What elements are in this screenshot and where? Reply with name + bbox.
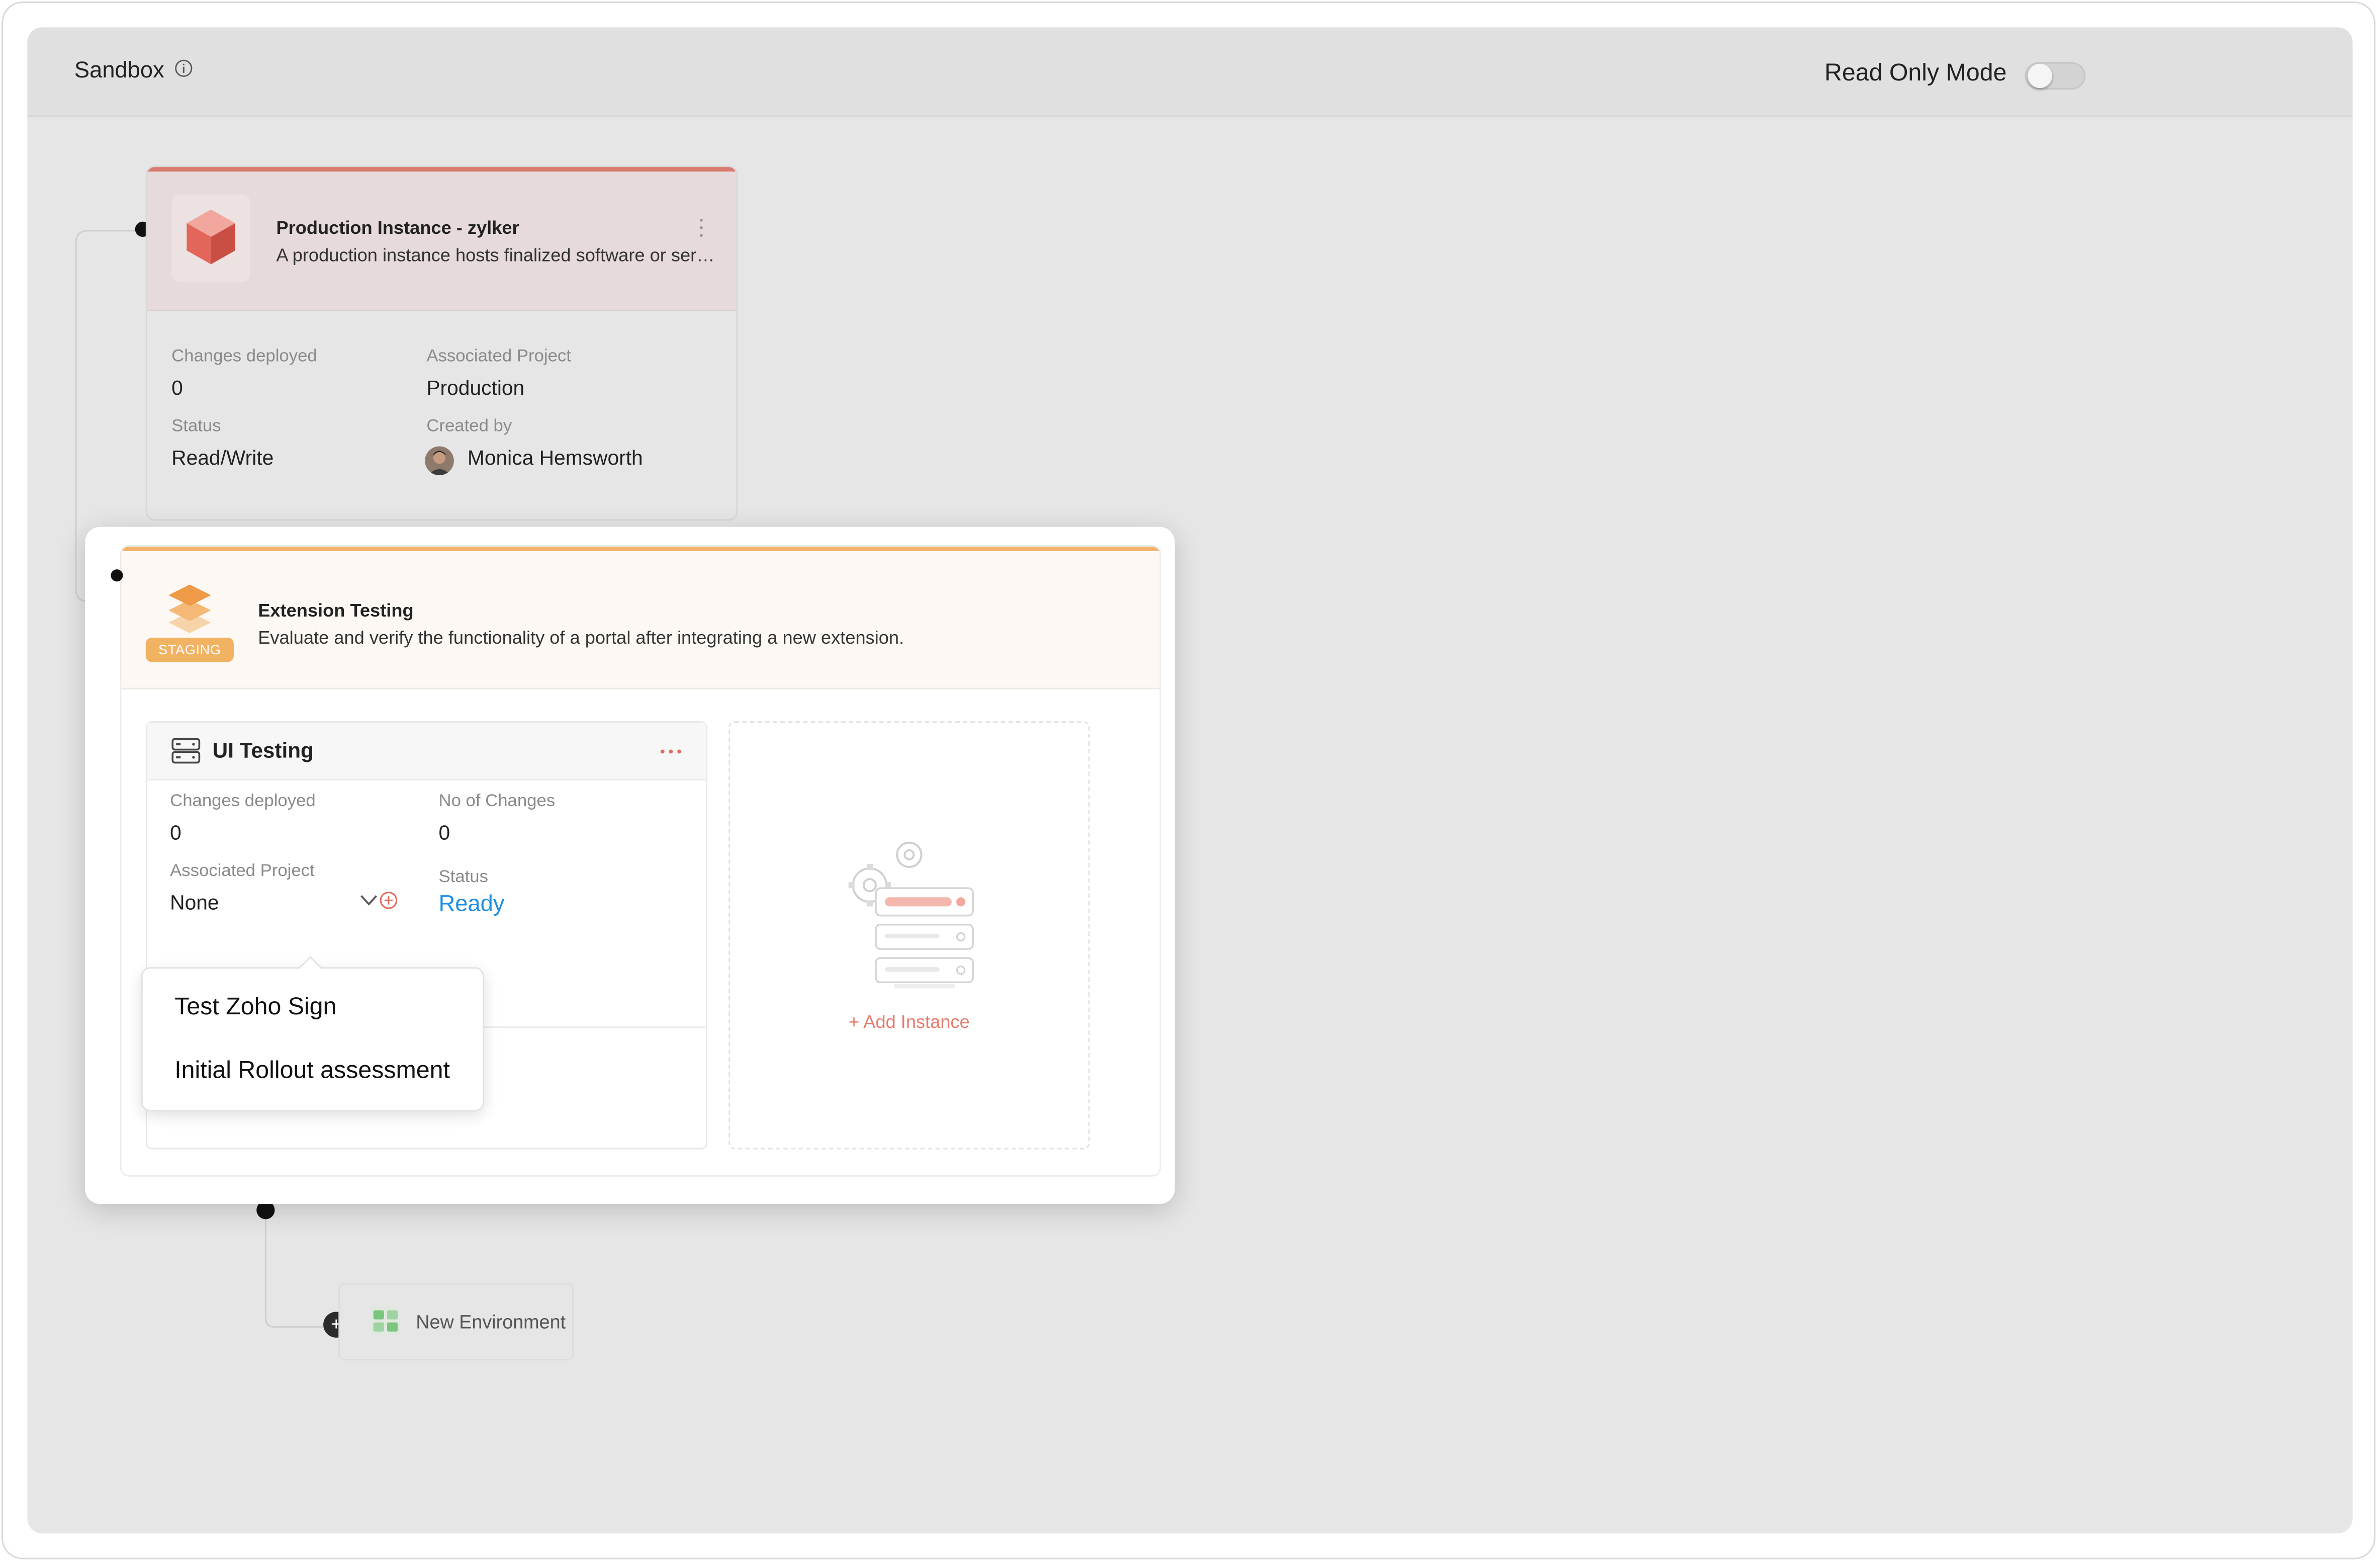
created-by-label: Created by <box>426 417 512 436</box>
production-card-header: Production Instance - zylker A productio… <box>147 167 737 311</box>
changes-deployed-value: 0 <box>170 821 181 844</box>
production-cube-icon <box>171 194 251 283</box>
production-title: Production Instance - zylker <box>276 217 519 238</box>
add-instance-card[interactable]: + Add Instance <box>728 721 1090 1150</box>
avatar <box>425 446 454 475</box>
chevron-down-icon[interactable] <box>360 894 378 906</box>
associated-project-label: Associated Project <box>170 862 315 881</box>
changes-deployed-value: 0 <box>171 376 183 400</box>
instance-title: UI Testing <box>212 738 314 762</box>
status-value: Read/Write <box>171 446 274 469</box>
staging-title: Extension Testing <box>258 599 414 621</box>
no-of-changes-label: No of Changes <box>438 792 556 811</box>
server-gears-illustration <box>848 841 974 989</box>
staging-layers-icon: STAGING <box>145 575 234 663</box>
status-label: Status <box>438 868 488 887</box>
staging-card-header: STAGING Extension Testing Evaluate and v… <box>121 551 1160 689</box>
new-environment-label: New Environment <box>416 1312 566 1333</box>
created-by-value: Monica Hemsworth <box>467 446 643 469</box>
new-environment-card[interactable]: New Environment <box>338 1283 574 1361</box>
more-options-icon[interactable] <box>697 217 706 238</box>
production-description: A production instance hosts finalized so… <box>276 244 717 266</box>
associated-project-dropdown: Test Zoho Sign Initial Rollout assessmen… <box>141 956 485 1111</box>
no-of-changes-value: 0 <box>438 821 450 844</box>
instance-card-header: UI Testing <box>147 723 706 780</box>
add-project-icon[interactable] <box>380 891 398 909</box>
environment-grid-icon <box>370 1307 401 1335</box>
changes-deployed-label: Changes deployed <box>170 792 316 811</box>
dropdown-option-initial-rollout-assessment[interactable]: Initial Rollout assessment <box>174 1058 450 1085</box>
dropdown-option-test-zoho-sign[interactable]: Test Zoho Sign <box>174 995 336 1022</box>
status-label: Status <box>171 417 221 436</box>
connector-dot <box>111 569 123 582</box>
production-instance-card[interactable]: Production Instance - zylker A productio… <box>145 165 738 521</box>
associated-project-label: Associated Project <box>426 347 571 366</box>
more-options-icon[interactable] <box>659 747 683 756</box>
production-accent-bar <box>147 167 737 172</box>
associated-project-select[interactable]: None <box>170 891 219 914</box>
staging-badge: STAGING <box>145 638 234 662</box>
status-value: Ready <box>438 891 505 917</box>
add-instance-link[interactable]: + Add Instance <box>730 1011 1088 1032</box>
associated-project-value: Production <box>426 376 525 400</box>
server-icon <box>171 738 201 764</box>
staging-description: Evaluate and verify the functionality of… <box>258 627 904 649</box>
staging-accent-bar <box>121 546 1160 551</box>
changes-deployed-label: Changes deployed <box>171 347 317 366</box>
